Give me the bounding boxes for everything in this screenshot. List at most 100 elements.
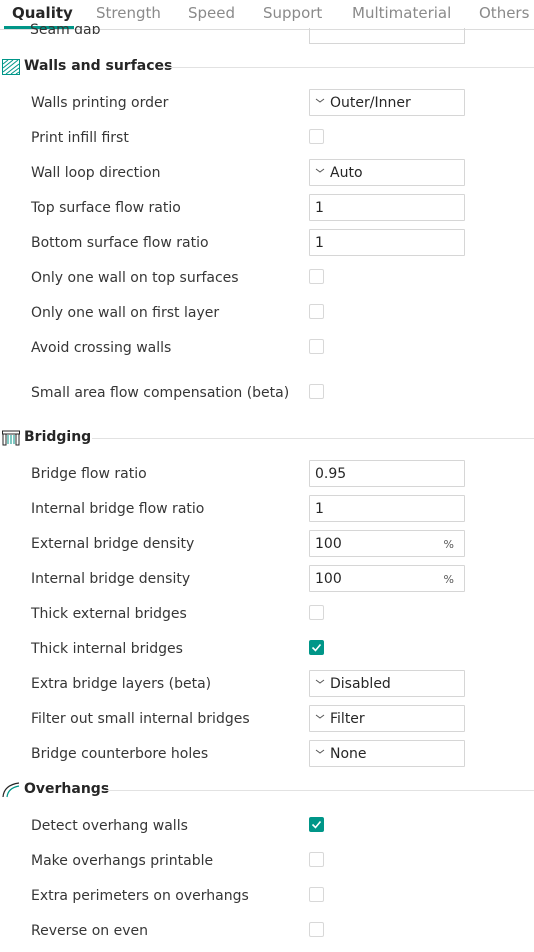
setting-label: Avoid crossing walls	[31, 340, 172, 356]
setting-label: Bottom surface flow ratio	[31, 235, 209, 251]
tab-quality[interactable]: Quality	[12, 4, 73, 22]
chevron-down-icon	[315, 98, 325, 103]
setting-row: External bridge density 100 %	[0, 530, 534, 560]
setting-label: Only one wall on top surfaces	[31, 270, 239, 286]
input-value: 1	[315, 235, 324, 251]
setting-row: Bridge counterbore holes None	[0, 740, 534, 770]
setting-row: Filter out small internal bridges Filter	[0, 705, 534, 735]
only-one-wall-top-checkbox[interactable]	[309, 269, 324, 284]
extra-bridge-layers-combo[interactable]: Disabled	[309, 670, 465, 697]
tab-multimaterial[interactable]: Multimaterial	[352, 4, 451, 22]
reverse-on-even-checkbox[interactable]	[309, 922, 324, 937]
setting-row: Bridge flow ratio 0.95	[0, 460, 534, 490]
setting-label: Bridge counterbore holes	[31, 746, 209, 762]
setting-label: External bridge density	[31, 536, 195, 552]
checkmark-icon	[311, 643, 322, 652]
walls-printing-order-combo[interactable]: Outer/Inner	[309, 89, 465, 116]
setting-row: Wall loop direction Auto	[0, 159, 534, 189]
setting-label: Walls printing order	[31, 95, 169, 111]
avoid-crossing-walls-checkbox[interactable]	[309, 339, 324, 354]
chevron-down-icon	[315, 714, 325, 719]
external-bridge-density-input[interactable]: 100 %	[309, 530, 465, 557]
setting-label: Small area flow compensation (beta)	[31, 385, 290, 401]
setting-label: Only one wall on first layer	[31, 305, 220, 321]
setting-row: Top surface flow ratio 1	[0, 194, 534, 224]
section-title: Bridging	[24, 429, 92, 445]
setting-row: Thick external bridges	[0, 600, 534, 630]
tab-others[interactable]: Others	[479, 4, 529, 22]
section-title: Overhangs	[24, 781, 110, 797]
setting-row: Only one wall on first layer	[0, 299, 534, 329]
input-value: 1	[315, 501, 324, 517]
internal-bridge-density-input[interactable]: 100 %	[309, 565, 465, 592]
input-value: 100	[315, 571, 342, 587]
setting-row: Thick internal bridges	[0, 635, 534, 665]
internal-bridge-flow-ratio-input[interactable]: 1	[309, 495, 465, 522]
checkmark-icon	[311, 820, 322, 829]
combo-value: Filter	[330, 711, 365, 727]
section-bridging: Bridging	[0, 427, 534, 449]
small-area-flow-compensation-checkbox[interactable]	[309, 384, 324, 399]
setting-row: Bottom surface flow ratio 1	[0, 229, 534, 259]
tab-speed[interactable]: Speed	[188, 4, 235, 22]
bridge-counterbore-holes-combo[interactable]: None	[309, 740, 465, 767]
setting-row: Detect overhang walls	[0, 812, 534, 842]
setting-label: Seam gap	[30, 22, 101, 34]
bridge-flow-ratio-input[interactable]: 0.95	[309, 460, 465, 487]
wall-loop-direction-combo[interactable]: Auto	[309, 159, 465, 186]
extra-perimeters-overhangs-checkbox[interactable]	[309, 887, 324, 902]
input-value: 0.95	[315, 466, 347, 482]
combo-value: Outer/Inner	[330, 95, 411, 111]
setting-row: Only one wall on top surfaces	[0, 264, 534, 294]
setting-label: Internal bridge flow ratio	[31, 501, 205, 517]
setting-label: Internal bridge density	[31, 571, 191, 587]
setting-label: Top surface flow ratio	[31, 200, 181, 216]
print-infill-first-checkbox[interactable]	[309, 129, 324, 144]
setting-row: Walls printing order Outer/Inner	[0, 89, 534, 119]
combo-value: None	[330, 746, 367, 762]
make-overhangs-printable-checkbox[interactable]	[309, 852, 324, 867]
chevron-down-icon	[315, 679, 325, 684]
setting-row: Small area flow compensation (beta)	[0, 379, 534, 409]
setting-label: Thick external bridges	[31, 606, 187, 622]
section-walls-and-surfaces: Walls and surfaces	[0, 56, 534, 78]
chevron-down-icon	[315, 168, 325, 173]
combo-value: Disabled	[330, 676, 391, 692]
tab-strength[interactable]: Strength	[96, 4, 161, 22]
filter-small-bridges-combo[interactable]: Filter	[309, 705, 465, 732]
setting-label: Reverse on even	[31, 923, 148, 939]
section-divider	[92, 438, 534, 439]
setting-row: Avoid crossing walls	[0, 334, 534, 364]
setting-label: Filter out small internal bridges	[31, 711, 250, 727]
bottom-surface-flow-ratio-input[interactable]: 1	[309, 229, 465, 256]
setting-row: Internal bridge density 100 %	[0, 565, 534, 595]
only-one-wall-first-layer-checkbox[interactable]	[309, 304, 324, 319]
tab-support[interactable]: Support	[263, 4, 322, 22]
setting-label: Thick internal bridges	[31, 641, 183, 657]
thick-internal-bridges-checkbox[interactable]	[309, 640, 324, 655]
section-title: Walls and surfaces	[24, 58, 173, 74]
chevron-down-icon	[315, 749, 325, 754]
setting-label: Detect overhang walls	[31, 818, 188, 834]
overhangs-icon	[2, 782, 20, 798]
bridging-icon	[2, 430, 20, 446]
top-surface-flow-ratio-input[interactable]: 1	[309, 194, 465, 221]
setting-input[interactable]	[309, 28, 465, 44]
setting-row: Extra perimeters on overhangs	[0, 882, 534, 912]
thick-external-bridges-checkbox[interactable]	[309, 605, 324, 620]
setting-row: Make overhangs printable	[0, 847, 534, 877]
setting-label: Extra bridge layers (beta)	[31, 676, 212, 692]
setting-row: Reverse on even	[0, 917, 534, 947]
input-value: 1	[315, 200, 324, 216]
section-divider	[160, 67, 534, 68]
detect-overhang-walls-checkbox[interactable]	[309, 817, 324, 832]
setting-label: Wall loop direction	[31, 165, 161, 181]
unit-label: %	[443, 573, 454, 586]
section-overhangs: Overhangs	[0, 779, 534, 801]
setting-row: Print infill first	[0, 124, 534, 154]
setting-label: Bridge flow ratio	[31, 466, 147, 482]
unit-label: %	[443, 538, 454, 551]
setting-row: Extra bridge layers (beta) Disabled	[0, 670, 534, 700]
input-value: 100	[315, 536, 342, 552]
setting-label: Make overhangs printable	[31, 853, 214, 869]
